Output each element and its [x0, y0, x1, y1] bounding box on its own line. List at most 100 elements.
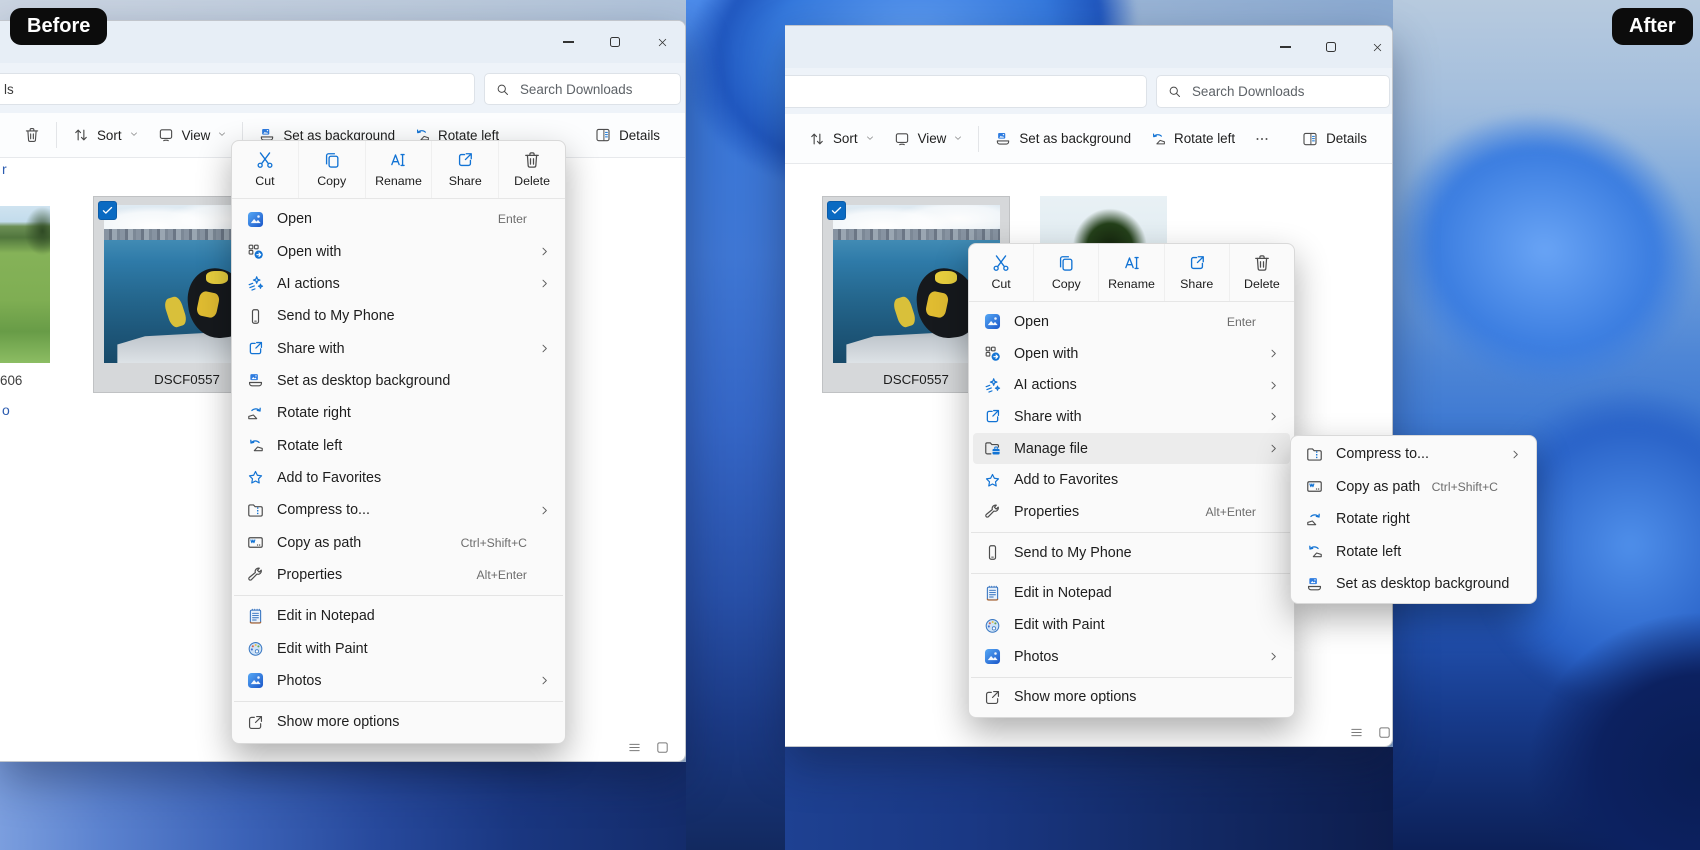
menu-item-properties[interactable]: PropertiesAlt+Enter — [973, 496, 1290, 528]
menu-item-rotate-right[interactable]: Rotate right — [236, 397, 561, 429]
large-icons-view-icon[interactable] — [655, 740, 670, 755]
menu-item-add-to-favorites[interactable]: Add to Favorites — [236, 462, 561, 494]
search-input[interactable] — [518, 81, 670, 98]
menu-item-share-with[interactable]: Share with — [973, 401, 1290, 433]
details-button[interactable]: Details — [585, 120, 669, 150]
chevron-right-icon — [1267, 650, 1282, 663]
details-icon — [1301, 130, 1319, 148]
chevron-down-icon — [865, 130, 875, 148]
share-icon — [982, 407, 1002, 427]
maximize-button[interactable] — [1311, 26, 1351, 68]
menu-item-open[interactable]: OpenEnter — [236, 203, 561, 235]
menu-item-photos[interactable]: Photos — [236, 665, 561, 697]
list-view-icon[interactable] — [1349, 725, 1364, 740]
menu-item-copy-as-path[interactable]: Copy as pathCtrl+Shift+C — [1295, 471, 1532, 504]
menu-item-label: Edit with Paint — [1014, 617, 1105, 633]
menu-item-shortcut: Ctrl+Shift+C — [461, 536, 553, 550]
menu-item-open[interactable]: OpenEnter — [973, 306, 1290, 338]
menu-item-shortcut: Alt+Enter — [477, 568, 553, 582]
share-button[interactable]: Share — [431, 141, 498, 198]
address-bar[interactable] — [785, 75, 1147, 108]
menu-item-compress-to[interactable]: Compress to... — [236, 494, 561, 526]
menu-item-set-as-desktop-background[interactable]: Set as desktop background — [1295, 568, 1532, 601]
menu-item-label: Show more options — [1014, 689, 1136, 705]
view-button[interactable]: View — [148, 120, 237, 150]
maximize-button[interactable] — [595, 21, 635, 63]
checkmark-icon — [101, 204, 114, 217]
minimize-button[interactable] — [1265, 26, 1305, 68]
sort-button[interactable]: Sort — [799, 124, 884, 154]
wallpaper-icon — [994, 130, 1012, 148]
set-as-background-button[interactable]: Set as background — [985, 124, 1140, 154]
sort-icon — [808, 130, 826, 148]
copy-button[interactable]: Copy — [298, 141, 365, 198]
details-label: Details — [1326, 131, 1367, 146]
title-bar — [785, 26, 1392, 68]
list-view-icon[interactable] — [627, 740, 642, 755]
menu-item-set-as-desktop-background[interactable]: Set as desktop background — [236, 365, 561, 397]
menu-item-rotate-right[interactable]: Rotate right — [1295, 503, 1532, 536]
selection-checkbox[interactable] — [98, 201, 117, 220]
menu-item-send-to-my-phone[interactable]: Send to My Phone — [236, 300, 561, 332]
rotate-left-button[interactable]: Rotate left — [1140, 124, 1244, 154]
menu-item-add-to-favorites[interactable]: Add to Favorites — [973, 464, 1290, 496]
address-bar[interactable]: ls — [0, 73, 475, 105]
rename-button[interactable]: Rename — [365, 141, 432, 198]
menu-item-open-with[interactable]: Open with — [973, 338, 1290, 370]
search-input[interactable] — [1190, 83, 1379, 100]
view-button[interactable]: View — [884, 124, 973, 154]
phone-icon — [245, 306, 265, 326]
rename-label: Rename — [375, 174, 422, 188]
rotate-left-icon — [245, 436, 265, 456]
large-icons-view-icon[interactable] — [1377, 725, 1392, 740]
view-toggle-group — [627, 740, 670, 755]
copy-button[interactable]: Copy — [1033, 244, 1098, 301]
search-box[interactable] — [484, 73, 681, 105]
menu-item-copy-as-path[interactable]: Copy as pathCtrl+Shift+C — [236, 526, 561, 558]
delete-button[interactable]: Delete — [498, 141, 565, 198]
delete-button[interactable]: Delete — [1229, 244, 1294, 301]
menu-item-manage-file[interactable]: Manage file — [973, 433, 1290, 465]
chevron-right-icon — [1267, 379, 1282, 392]
sort-button[interactable]: Sort — [63, 120, 148, 150]
rename-button[interactable]: Rename — [1098, 244, 1163, 301]
context-menu-before: CutCopy Rename Share Delete OpenEnterOpen w… — [231, 140, 566, 744]
chevron-down-icon — [217, 126, 227, 144]
menu-item-rotate-left[interactable]: Rotate left — [1295, 536, 1532, 569]
menu-item-edit-with-paint[interactable]: Edit with Paint — [973, 609, 1290, 641]
wallpaper-icon — [245, 371, 265, 391]
menu-item-show-more-options[interactable]: Show more options — [973, 682, 1290, 714]
details-button[interactable]: Details — [1292, 124, 1376, 154]
share-label: Share — [449, 174, 482, 188]
golf-photo-thumbnail[interactable] — [0, 206, 50, 363]
cut-button[interactable]: Cut — [969, 244, 1033, 301]
minimize-button[interactable] — [548, 21, 588, 63]
share-button[interactable]: Share — [1164, 244, 1229, 301]
rotate-left-icon — [1304, 542, 1324, 562]
menu-item-compress-to[interactable]: Compress to... — [1295, 438, 1532, 471]
wallpaper-layer-bottom-mid — [785, 747, 1393, 850]
delete-label: Delete — [514, 174, 550, 188]
menu-item-edit-with-paint[interactable]: Edit with Paint — [236, 632, 561, 664]
chevron-down-icon — [129, 126, 139, 144]
menu-item-ai-actions[interactable]: AI actions — [236, 268, 561, 300]
delete-toolbar-button[interactable] — [14, 120, 50, 150]
menu-item-share-with[interactable]: Share with — [236, 332, 561, 364]
menu-item-show-more-options[interactable]: Show more options — [236, 706, 561, 738]
menu-item-properties[interactable]: PropertiesAlt+Enter — [236, 559, 561, 591]
menu-item-open-with[interactable]: Open with — [236, 235, 561, 267]
menu-item-label: AI actions — [277, 276, 340, 292]
menu-item-send-to-my-phone[interactable]: Send to My Phone — [973, 537, 1290, 569]
menu-item-edit-in-notepad[interactable]: Edit in Notepad — [236, 600, 561, 632]
menu-item-rotate-left[interactable]: Rotate left — [236, 429, 561, 461]
ai-sparkles-icon — [245, 274, 265, 294]
menu-item-ai-actions[interactable]: AI actions — [973, 369, 1290, 401]
close-button[interactable] — [1357, 26, 1393, 68]
menu-item-photos[interactable]: Photos — [973, 641, 1290, 673]
close-button[interactable] — [642, 21, 682, 63]
more-options-toolbar-button[interactable] — [1244, 124, 1280, 154]
search-box[interactable] — [1156, 75, 1390, 108]
menu-item-edit-in-notepad[interactable]: Edit in Notepad — [973, 578, 1290, 610]
cut-button[interactable]: Cut — [232, 141, 298, 198]
selection-checkbox[interactable] — [827, 201, 846, 220]
